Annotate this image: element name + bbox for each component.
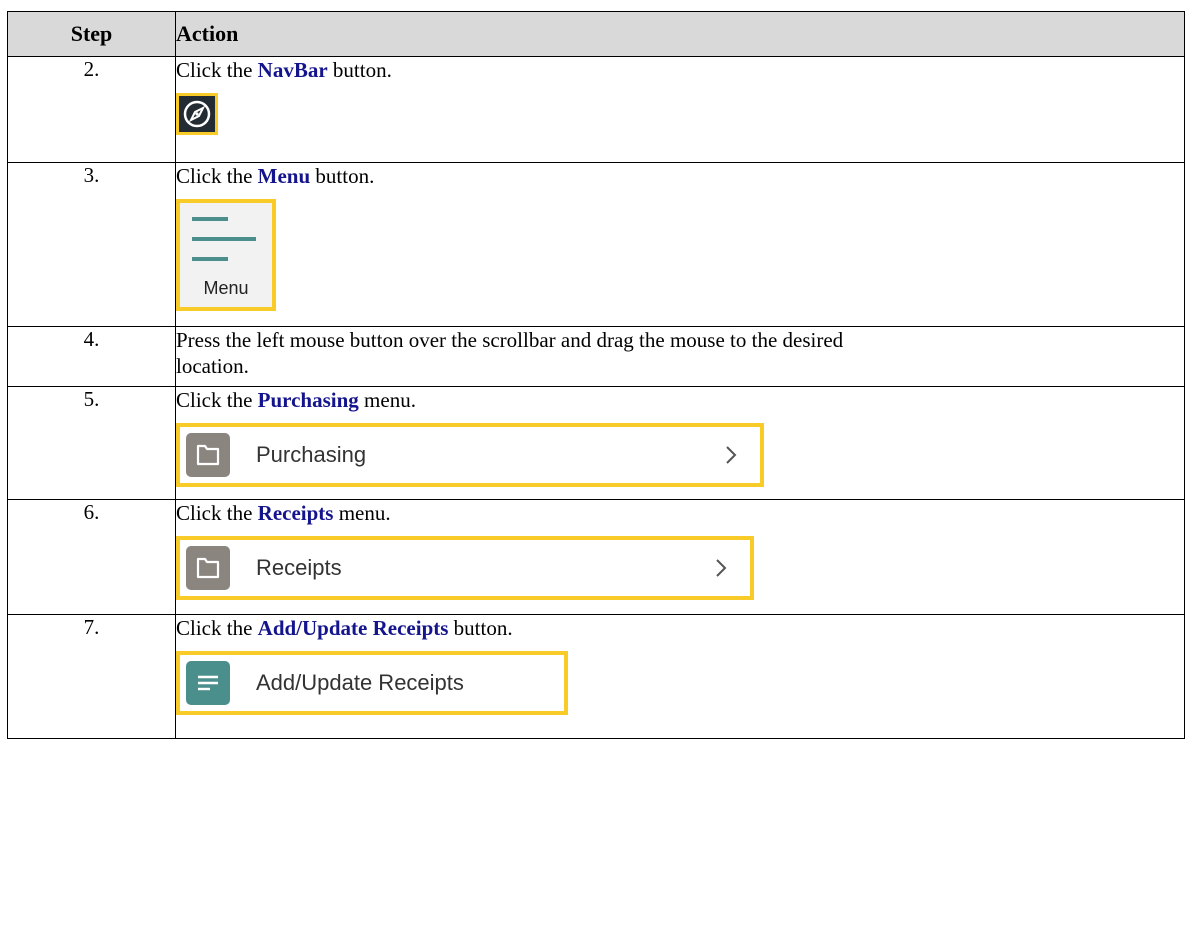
add-update-receipts-label: Add/Update Receipts (256, 670, 464, 695)
receipts-menu-item[interactable]: Receipts (176, 536, 754, 600)
add-update-receipts-button[interactable]: Add/Update Receipts (176, 651, 568, 715)
step-action: Press the left mouse button over the scr… (175, 326, 1185, 387)
instruction: Click the Menu button. (176, 164, 375, 188)
steps-table: Step Action 2. Click the NavBar button. … (7, 11, 1185, 739)
step-action: Click the Receipts menu. Receipts (175, 499, 1185, 615)
step-number: 6. (7, 499, 176, 615)
table-row: 3. Click the Menu button. Menu (7, 162, 1185, 327)
keyword: Menu (257, 164, 311, 188)
step-action: Click the NavBar button. (175, 56, 1185, 163)
purchasing-menu-item[interactable]: Purchasing (176, 423, 764, 487)
table-row: 2. Click the NavBar button. (7, 56, 1185, 163)
keyword: NavBar (257, 58, 328, 82)
instruction-line-1: Press the left mouse button over the scr… (176, 328, 844, 352)
step-number: 4. (7, 326, 176, 387)
chevron-right-icon (726, 446, 737, 464)
folder-icon (186, 546, 230, 590)
compass-icon (183, 100, 211, 128)
step-number: 2. (7, 56, 176, 163)
purchasing-label: Purchasing (256, 442, 367, 467)
receipts-label: Receipts (256, 555, 342, 580)
step-action: Click the Purchasing menu. Purchasing (175, 386, 1185, 500)
menu-button-label: Menu (203, 278, 249, 298)
instruction-line-2: location. (176, 354, 249, 378)
table-row: 5. Click the Purchasing menu. Purchasing (7, 386, 1185, 500)
document-lines-icon (186, 661, 230, 705)
step-number: 7. (7, 614, 176, 739)
step-number: 3. (7, 162, 176, 327)
navbar-button[interactable] (176, 93, 218, 135)
header-row: Step Action (7, 11, 1185, 57)
step-number: 5. (7, 386, 176, 500)
instruction: Click the Receipts menu. (176, 501, 391, 525)
step-action: Click the Add/Update Receipts button. Ad… (175, 614, 1185, 739)
step-action: Click the Menu button. Menu (175, 162, 1185, 327)
table-row: 4. Press the left mouse button over the … (7, 326, 1185, 387)
instruction: Click the Add/Update Receipts button. (176, 616, 513, 640)
keyword: Add/Update Receipts (257, 616, 449, 640)
step-column-header: Step (7, 11, 176, 57)
instruction: Click the NavBar button. (176, 58, 392, 82)
action-column-header: Action (175, 11, 1185, 57)
chevron-right-icon (716, 559, 727, 577)
keyword: Receipts (257, 501, 334, 525)
table-row: 7. Click the Add/Update Receipts button.… (7, 614, 1185, 739)
folder-icon (186, 433, 230, 477)
instruction: Click the Purchasing menu. (176, 388, 416, 412)
menu-button[interactable]: Menu (176, 199, 276, 311)
table-row: 6. Click the Receipts menu. Receipts (7, 499, 1185, 615)
keyword: Purchasing (257, 388, 359, 412)
